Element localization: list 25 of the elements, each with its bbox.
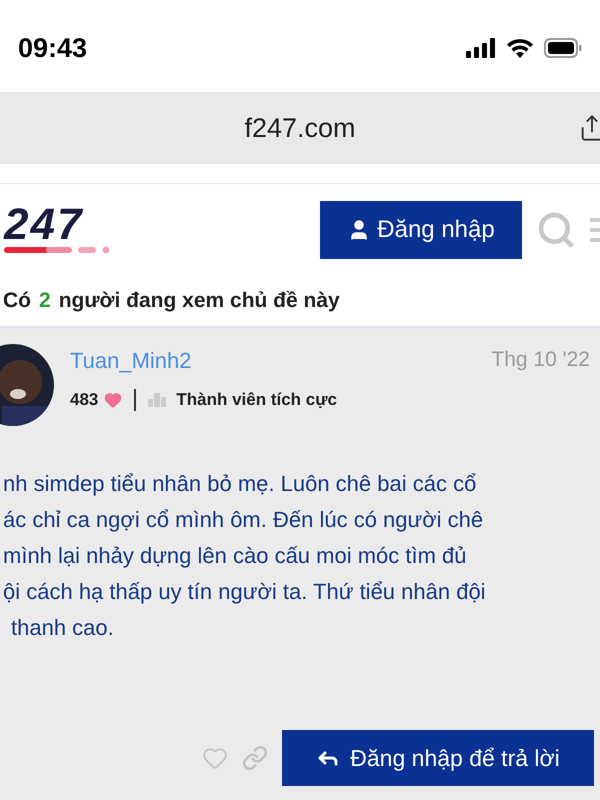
post-text-line: thanh cao. xyxy=(10,614,115,642)
viewers-text: người đang xem chủ đề này xyxy=(58,288,340,314)
wifi-icon xyxy=(506,38,534,58)
login-button[interactable]: Đăng nhập xyxy=(320,201,522,259)
post-date: Thg 10 '22 xyxy=(491,347,590,373)
search-icon[interactable] xyxy=(536,210,576,250)
post-text-line: mình lại nhảy dựng lên cào cấu moi móc tìm đủ xyxy=(3,542,468,570)
site-logo[interactable]: 247 xyxy=(4,205,114,255)
heart-icon xyxy=(104,390,122,409)
reply-button[interactable]: Đăng nhập để trả lời xyxy=(282,730,594,786)
post-text-line: ác chỉ ca ngợi cổ mình ôm. Đến lúc có người chê xyxy=(3,506,484,534)
post-text-line: ội cách hạ thấp uy tín người ta. Thứ tiểu nhân đội xyxy=(3,578,487,606)
like-count: 483 xyxy=(70,389,98,411)
menu-icon[interactable] xyxy=(590,215,600,245)
viewers-label: Có xyxy=(3,288,31,314)
rank-icon xyxy=(148,392,166,407)
url-text[interactable]: f247.com xyxy=(244,108,356,148)
link-icon[interactable] xyxy=(242,745,268,771)
post-text-line: nh simdep tiểu nhân bỏ mẹ. Luôn chê bai các cổ xyxy=(3,470,478,498)
viewers-count: 2 xyxy=(39,288,51,314)
address-bar[interactable]: f247.com xyxy=(0,92,600,164)
member-rank: Thành viên tích cực xyxy=(176,389,337,411)
signal-icon xyxy=(466,38,496,58)
battery-icon xyxy=(544,38,582,58)
status-time: 09:43 xyxy=(18,32,88,65)
